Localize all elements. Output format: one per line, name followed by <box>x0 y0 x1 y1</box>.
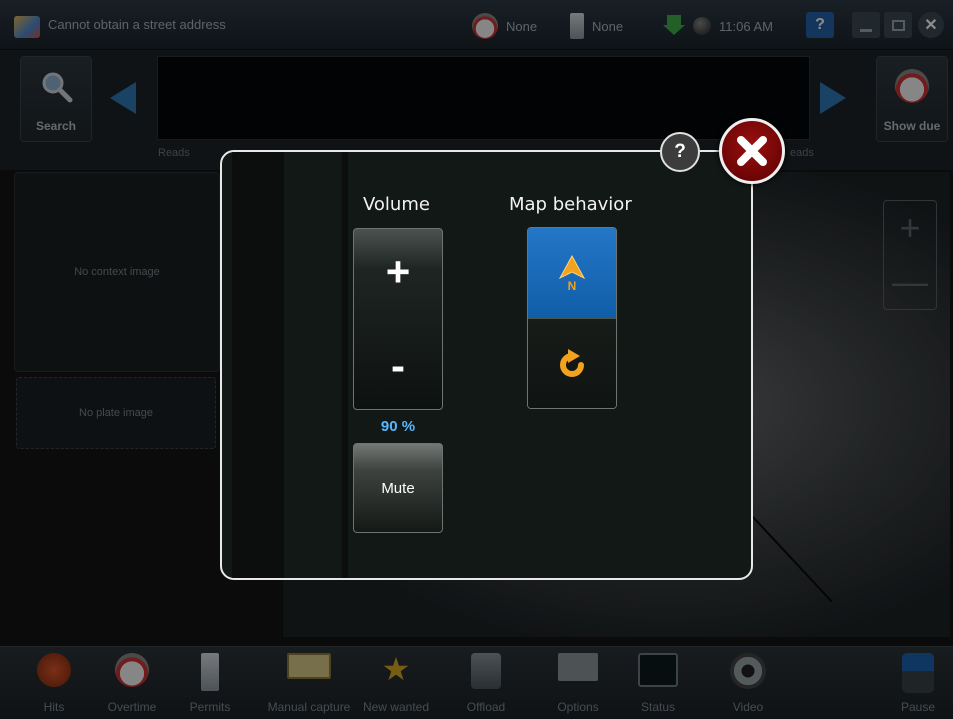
north-up-button[interactable]: N <box>528 228 616 318</box>
rotate-arrow-icon <box>560 348 584 377</box>
heading-up-button[interactable] <box>528 318 616 408</box>
map-behavior-title: Map behavior <box>509 194 632 215</box>
map-behavior-selector: N <box>527 227 617 409</box>
volume-title: Volume <box>363 194 430 215</box>
volume-down-button[interactable]: - <box>354 345 442 387</box>
mute-button[interactable]: Mute <box>353 443 443 533</box>
close-icon <box>737 136 767 166</box>
volume-up-button[interactable]: + <box>354 251 442 293</box>
background-stripe <box>342 152 348 578</box>
settings-dialog: Volume Map behavior + - 90 % Mute N <box>220 150 753 580</box>
north-arrow-icon: N <box>558 254 586 292</box>
background-stripe <box>232 152 284 578</box>
dialog-help-button[interactable]: ? <box>660 132 700 172</box>
north-letter: N <box>568 279 577 292</box>
volume-percent: 90 % <box>380 418 416 435</box>
volume-stepper: + - <box>353 228 443 410</box>
dialog-close-button[interactable] <box>719 118 785 184</box>
